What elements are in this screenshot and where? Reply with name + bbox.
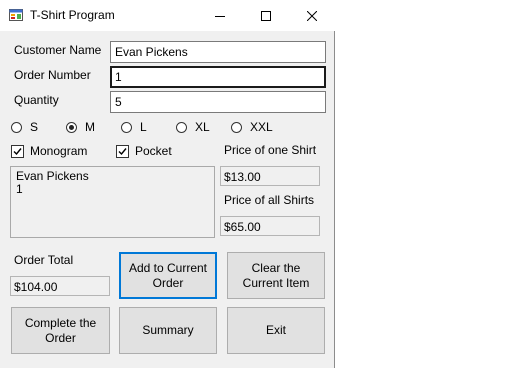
size-m-radio[interactable]: M	[66, 120, 95, 134]
quantity-field[interactable]: 5	[110, 91, 326, 113]
check-icon	[116, 144, 129, 158]
price-all-shirts-label: Price of all Shirts	[224, 193, 315, 207]
app-window: T-Shirt Program Customer Name Evan Picke…	[0, 0, 335, 368]
radio-circle	[231, 121, 242, 133]
complete-order-button[interactable]: Complete the Order	[11, 307, 110, 354]
close-icon	[307, 10, 317, 21]
size-xxl-radio[interactable]: XXL	[231, 120, 273, 134]
size-xl-label: XL	[195, 120, 210, 134]
size-xl-radio[interactable]: XL	[176, 120, 210, 134]
add-to-order-button[interactable]: Add to Current Order	[119, 252, 217, 299]
size-l-label: L	[140, 120, 147, 134]
pocket-label: Pocket	[135, 144, 172, 158]
size-l-radio[interactable]: L	[121, 120, 147, 134]
minimize-icon	[215, 15, 225, 17]
maximize-icon	[261, 10, 271, 21]
order-number-field[interactable]: 1	[110, 66, 326, 88]
minimize-button[interactable]	[197, 0, 243, 31]
app-icon	[9, 9, 23, 21]
check-icon	[11, 144, 24, 158]
radio-circle	[121, 121, 132, 133]
size-s-radio[interactable]: S	[11, 120, 38, 134]
size-m-label: M	[85, 120, 95, 134]
radio-circle-selected	[66, 121, 77, 133]
item-summary-box: Evan Pickens 1	[10, 166, 215, 238]
price-one-shirt-label: Price of one Shirt	[224, 143, 317, 157]
clear-item-button[interactable]: Clear the Current Item	[227, 252, 325, 299]
order-total-value: $104.00	[10, 276, 110, 296]
radio-circle	[176, 121, 187, 133]
radio-circle	[11, 121, 22, 133]
close-button[interactable]	[289, 0, 335, 31]
size-xxl-label: XXL	[250, 120, 273, 134]
monogram-label: Monogram	[30, 144, 88, 158]
exit-button[interactable]: Exit	[227, 307, 325, 354]
title-bar: T-Shirt Program	[0, 0, 335, 31]
summary-line: 1	[16, 182, 23, 196]
customer-name-label: Customer Name	[14, 43, 102, 57]
summary-line: Evan Pickens	[16, 169, 89, 183]
summary-button[interactable]: Summary	[119, 307, 217, 354]
window-title: T-Shirt Program	[30, 8, 115, 22]
price-all-shirts-value: $65.00	[220, 216, 320, 236]
pocket-checkbox[interactable]: Pocket	[116, 144, 172, 158]
price-one-shirt-value: $13.00	[220, 166, 320, 186]
monogram-checkbox[interactable]: Monogram	[11, 144, 87, 158]
order-total-label: Order Total	[14, 253, 74, 267]
customer-name-field[interactable]: Evan Pickens	[110, 41, 326, 63]
size-s-label: S	[30, 120, 39, 134]
quantity-label: Quantity	[14, 93, 59, 107]
maximize-button[interactable]	[243, 0, 289, 31]
order-number-label: Order Number	[14, 68, 91, 82]
